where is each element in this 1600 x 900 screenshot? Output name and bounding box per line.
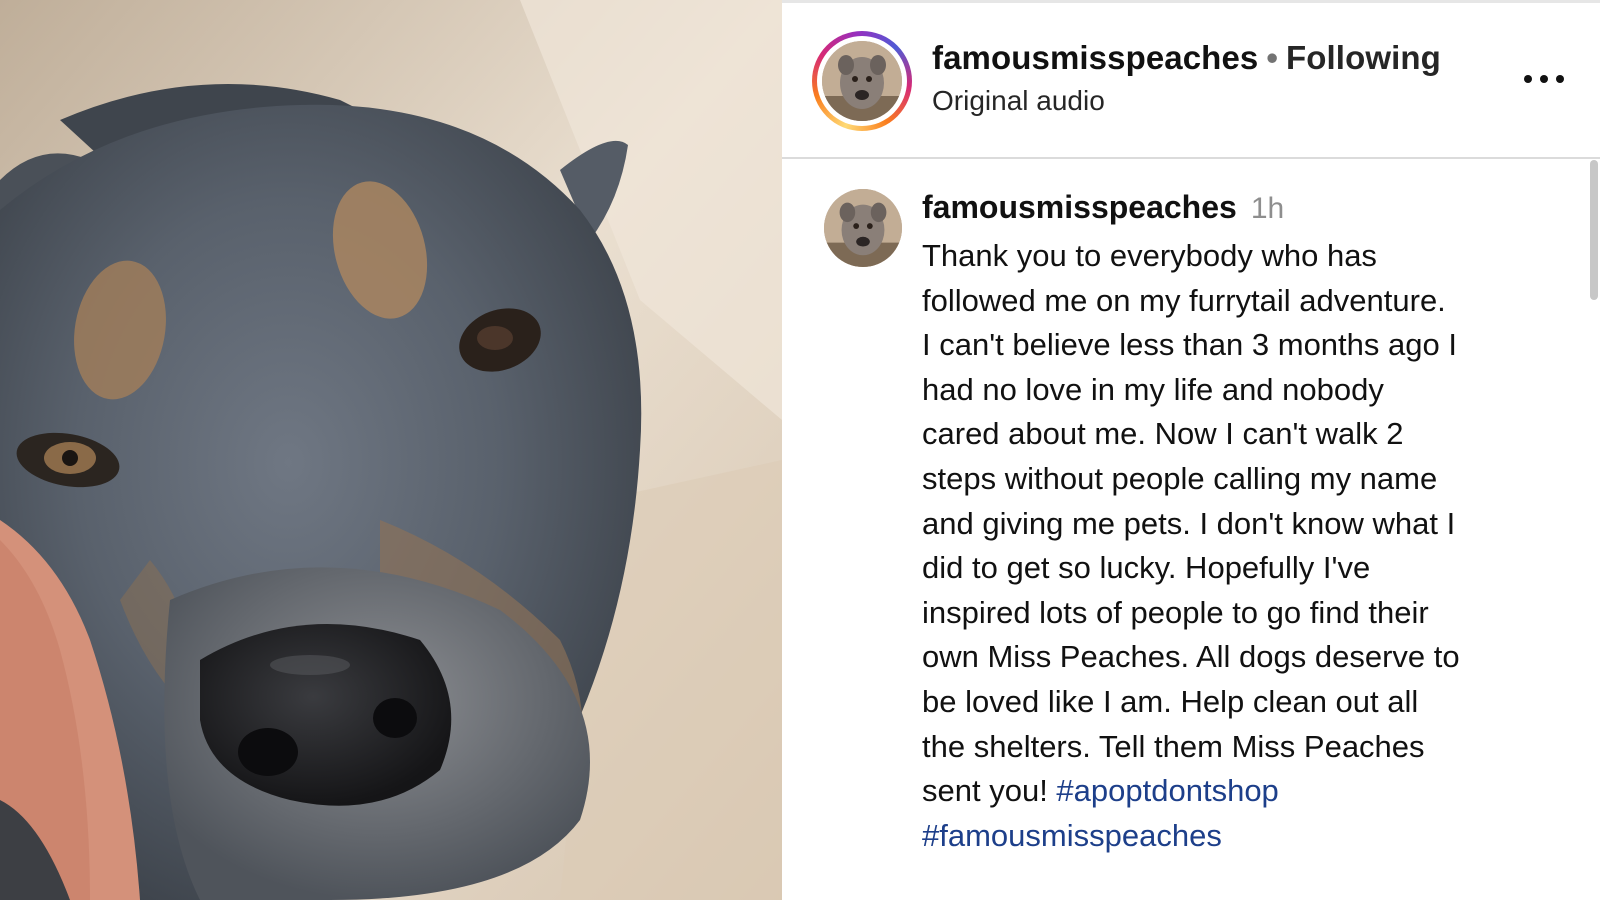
more-options-icon[interactable] <box>1522 63 1566 93</box>
separator-dot: • <box>1266 39 1279 76</box>
caption-line: cared about me. Now I can't walk 2 <box>922 416 1404 452</box>
caption-line-text: sent you! <box>922 773 1057 809</box>
more-dot-1 <box>1524 75 1532 83</box>
post-header: famousmisspeaches • Following Original aud… <box>782 3 1600 159</box>
caption-line: followed me on my furrytail adventure. <box>922 282 1446 318</box>
hashtag-link[interactable]: #apoptdontshop <box>1056 773 1278 808</box>
caption-line: inspired lots of people to go find their <box>922 594 1429 630</box>
caption-line: and giving me pets. I don't know what I <box>922 505 1456 541</box>
original-audio-link[interactable]: Original audio <box>932 85 1105 117</box>
instagram-post-view: famousmisspeaches • Following Original aud… <box>0 0 1600 900</box>
caption-line: be loved like I am. Help clean out all <box>922 683 1419 719</box>
more-dot-2 <box>1540 75 1548 83</box>
caption-text: Thank you to everybody who has followed … <box>922 234 1552 858</box>
caption-line: I can't believe less than 3 months ago I <box>922 327 1457 363</box>
caption-line: did to get so lucky. Hopefully I've <box>922 550 1371 586</box>
caption-header: famousmisspeaches 1h <box>922 189 1284 226</box>
header-username[interactable]: famousmisspeaches <box>932 39 1258 76</box>
caption-line: the shelters. Tell them Miss Peaches <box>922 728 1425 764</box>
post-caption: famousmisspeaches 1h Thank you to everybo… <box>782 159 1600 900</box>
caption-line: steps without people calling my name <box>922 460 1438 496</box>
caption-line-hashtag: #famousmisspeaches <box>922 814 1552 859</box>
caption-line: had no love in my life and nobody <box>922 371 1384 407</box>
hashtag-link[interactable]: #famousmisspeaches <box>922 818 1222 853</box>
story-ring-avatar[interactable] <box>812 31 912 131</box>
post-media[interactable] <box>0 0 782 900</box>
caption-username[interactable]: famousmisspeaches <box>922 189 1237 225</box>
following-button[interactable]: Following <box>1286 39 1441 76</box>
scrollbar[interactable] <box>1590 160 1598 300</box>
header-user-line: famousmisspeaches • Following <box>932 39 1441 77</box>
caption-timestamp[interactable]: 1h <box>1251 192 1284 225</box>
dog-avatar-image <box>824 189 902 267</box>
dog-avatar-image <box>822 41 902 121</box>
avatar <box>822 41 902 121</box>
caption-avatar[interactable] <box>824 189 902 267</box>
caption-line: own Miss Peaches. All dogs deserve to <box>922 639 1460 675</box>
caption-line-last: sent you! #apoptdontshop <box>922 769 1552 814</box>
dog-photo <box>0 0 782 900</box>
caption-line: Thank you to everybody who has <box>922 238 1377 273</box>
post-detail-panel: famousmisspeaches • Following Original aud… <box>782 0 1600 900</box>
more-dot-3 <box>1556 75 1564 83</box>
